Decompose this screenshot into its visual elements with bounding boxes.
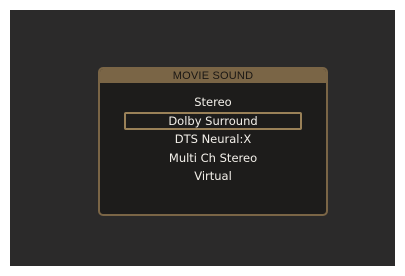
movie-sound-dialog: MOVIE SOUND Stereo Dolby Surround DTS Ne… bbox=[98, 67, 328, 216]
dialog-title: MOVIE SOUND bbox=[172, 70, 254, 82]
osd-screen: MOVIE SOUND Stereo Dolby Surround DTS Ne… bbox=[10, 10, 395, 266]
menu-item-stereo[interactable]: Stereo bbox=[124, 93, 302, 112]
menu-item-multi-ch-stereo[interactable]: Multi Ch Stereo bbox=[124, 149, 302, 168]
sound-mode-list: Stereo Dolby Surround DTS Neural:X Multi… bbox=[100, 93, 326, 186]
menu-item-virtual[interactable]: Virtual bbox=[124, 167, 302, 186]
menu-item-dolby-surround[interactable]: Dolby Surround bbox=[124, 111, 302, 130]
menu-item-dts-neural-x[interactable]: DTS Neural:X bbox=[124, 130, 302, 149]
